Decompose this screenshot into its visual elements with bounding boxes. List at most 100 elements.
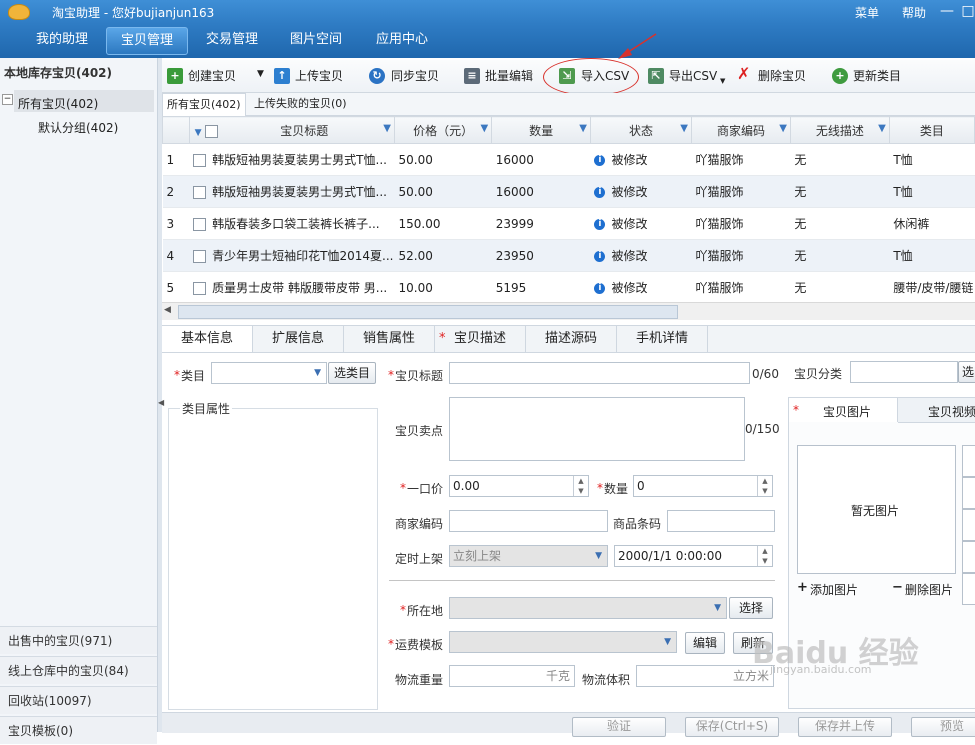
category-select[interactable]: ▼ bbox=[211, 362, 327, 384]
row-number-cell: 2 bbox=[162, 175, 190, 208]
edit-shipping-button[interactable]: 编辑 bbox=[685, 632, 725, 654]
thumbnail-slot[interactable] bbox=[962, 573, 975, 605]
thumbnail-slot[interactable] bbox=[962, 477, 975, 509]
scrollbar-thumb[interactable] bbox=[178, 305, 678, 319]
collapse-arrow-icon[interactable]: ◀ bbox=[158, 398, 164, 407]
weight-input[interactable]: 千克 bbox=[449, 665, 575, 687]
export-dropdown-icon[interactable]: ▼ bbox=[720, 77, 725, 85]
delete-item-button[interactable]: 删除宝贝 bbox=[758, 65, 806, 87]
sidebar-item-default-group[interactable]: 默认分组(402) bbox=[38, 119, 118, 136]
save-upload-button[interactable]: 保存并上传 bbox=[798, 717, 892, 737]
header-price[interactable]: 价格（元） ▼ bbox=[393, 116, 493, 144]
maximize-button[interactable]: □ bbox=[957, 2, 975, 22]
header-category[interactable]: 类目 bbox=[888, 116, 975, 144]
batch-edit-button[interactable]: 批量编辑 bbox=[485, 65, 533, 87]
nav-tab-app-center[interactable]: 应用中心 bbox=[362, 27, 442, 53]
tab-item-video[interactable]: 宝贝视频 bbox=[898, 398, 975, 423]
filter-icon[interactable]: ▼ bbox=[779, 123, 787, 134]
table-row[interactable]: 4 青少年男士短袖印花T恤2014夏... 52.00 23950 i 被修改 吖猫服饰 无 T… bbox=[162, 239, 975, 272]
create-dropdown-icon[interactable]: ▼ bbox=[257, 69, 264, 79]
header-title[interactable]: ▼ 宝贝标题 ▼ bbox=[188, 116, 396, 144]
validate-button[interactable]: 验证 bbox=[572, 717, 666, 737]
barcode-input[interactable] bbox=[667, 510, 775, 532]
datetime-stepper-icon[interactable]: ▲ ▼ bbox=[757, 546, 772, 566]
thumbnail-slot[interactable] bbox=[962, 541, 975, 573]
header-wireless[interactable]: 无线描述 ▼ bbox=[789, 116, 890, 144]
row-checkbox[interactable] bbox=[193, 154, 207, 167]
sidebar-item-on-sale[interactable]: 出售中的宝贝(971) bbox=[0, 626, 157, 654]
upload-item-button[interactable]: 上传宝贝 bbox=[295, 65, 343, 87]
title-input[interactable] bbox=[449, 362, 750, 384]
header-qty[interactable]: 数量 ▼ bbox=[491, 116, 591, 144]
save-button[interactable]: 保存(Ctrl+S) bbox=[685, 717, 779, 737]
minimize-button[interactable]: — bbox=[936, 2, 958, 22]
export-csv-button[interactable]: 导出CSV bbox=[669, 65, 717, 87]
sidebar-item-recycle[interactable]: 回收站(10097) bbox=[0, 686, 157, 714]
tab-item-description[interactable]: 宝贝描述 bbox=[435, 326, 526, 352]
price-input[interactable]: 0.00 ▲ ▼ bbox=[449, 475, 589, 497]
row-checkbox[interactable] bbox=[193, 282, 207, 295]
location-select[interactable]: ▼ bbox=[449, 597, 727, 619]
filter-icon[interactable]: ▼ bbox=[383, 123, 391, 134]
table-row[interactable]: 5 质量男士皮带 韩版腰带皮带 男... 10.00 5195 i 被修改 吖猫服饰 无 腰带/… bbox=[162, 271, 975, 302]
horizontal-scrollbar[interactable]: ◀ bbox=[162, 302, 975, 320]
table-row[interactable]: 3 韩版春装多口袋工装裤长裤子... 150.00 23999 i 被修改 吖猫服饰 无 休闲裤 bbox=[162, 207, 975, 240]
filter-icon[interactable]: ▼ bbox=[878, 123, 886, 134]
select-location-button[interactable]: 选择 bbox=[729, 597, 773, 619]
add-picture-button[interactable]: 添加图片 bbox=[810, 581, 858, 598]
item-group-input[interactable] bbox=[850, 361, 958, 383]
tab-all-items[interactable]: 所有宝贝(402) bbox=[162, 93, 246, 116]
header-dropdown-icon[interactable]: ▼ bbox=[195, 128, 202, 138]
sidebar-item-templates[interactable]: 宝贝模板(0) bbox=[0, 716, 157, 744]
tree-collapse-icon[interactable]: − bbox=[2, 94, 13, 105]
selling-point-input[interactable] bbox=[449, 397, 745, 461]
delete-picture-button[interactable]: 删除图片 bbox=[905, 581, 953, 598]
menu-button[interactable]: 菜单 bbox=[855, 4, 879, 21]
sidebar-item-warehouse[interactable]: 线上仓库中的宝贝(84) bbox=[0, 656, 157, 684]
tab-description-source[interactable]: 描述源码 bbox=[526, 326, 617, 352]
select-all-checkbox[interactable] bbox=[205, 124, 219, 138]
row-checkbox[interactable] bbox=[193, 186, 207, 199]
filter-icon[interactable]: ▼ bbox=[481, 123, 489, 134]
sync-item-button[interactable]: 同步宝贝 bbox=[391, 65, 439, 87]
create-item-button[interactable]: 创建宝贝 bbox=[188, 65, 236, 87]
tab-upload-failed[interactable]: 上传失败的宝贝(0) bbox=[250, 93, 351, 115]
preview-button[interactable]: 预览 bbox=[911, 717, 975, 737]
qty-stepper-icon[interactable]: ▲ ▼ bbox=[757, 476, 772, 496]
tab-sale-attrs[interactable]: 销售属性 bbox=[344, 326, 435, 352]
schedule-select[interactable]: 立刻上架 ▼ bbox=[449, 545, 608, 567]
datetime-input[interactable]: 2000/1/1 0:00:00 ▲ ▼ bbox=[614, 545, 773, 567]
header-status[interactable]: 状态 ▼ bbox=[589, 116, 692, 144]
select-category-button[interactable]: 选类目 bbox=[328, 362, 376, 384]
select-group-button[interactable]: 选 bbox=[958, 361, 975, 383]
price-stepper-icon[interactable]: ▲ ▼ bbox=[573, 476, 588, 496]
row-checkbox[interactable] bbox=[193, 218, 207, 231]
filter-icon[interactable]: ▼ bbox=[680, 123, 688, 134]
volume-label: 物流体积 bbox=[582, 673, 631, 687]
nav-tab-picture-space[interactable]: 图片空间 bbox=[276, 27, 356, 53]
header-row-number bbox=[162, 116, 190, 144]
tab-basic-info[interactable]: 基本信息 bbox=[162, 326, 253, 352]
picture-preview[interactable]: 暂无图片 bbox=[797, 445, 956, 574]
thumbnail-slot[interactable] bbox=[962, 509, 975, 541]
merchant-code-input[interactable] bbox=[449, 510, 608, 532]
tab-extended-info[interactable]: 扩展信息 bbox=[253, 326, 344, 352]
filter-icon[interactable]: ▼ bbox=[579, 123, 587, 134]
update-category-button[interactable]: 更新类目 bbox=[853, 65, 901, 87]
table-row[interactable]: 2 韩版短袖男装夏装男士男式T恤... 50.00 16000 i 被修改 吖猫服饰 无 T恤 bbox=[162, 175, 975, 208]
help-button[interactable]: 帮助 bbox=[902, 4, 926, 21]
tab-item-pictures[interactable]: * 宝贝图片 bbox=[789, 398, 898, 422]
shipping-template-select[interactable]: ▼ bbox=[449, 631, 677, 653]
nav-tab-trade[interactable]: 交易管理 bbox=[192, 27, 272, 53]
header-merchant-code[interactable]: 商家编码 ▼ bbox=[690, 116, 791, 144]
nav-tab-item-management[interactable]: 宝贝管理 bbox=[106, 27, 188, 55]
thumbnail-slot[interactable] bbox=[962, 445, 975, 477]
table-row[interactable]: 1 韩版短袖男装夏装男士男式T恤... 50.00 16000 i 被修改 吖猫服饰 无 T恤 bbox=[162, 143, 975, 176]
row-checkbox[interactable] bbox=[193, 250, 207, 263]
scroll-left-icon[interactable]: ◀ bbox=[164, 305, 171, 315]
qty-value: 0 bbox=[637, 479, 645, 493]
item-title: 韩版春装多口袋工装裤长裤子... bbox=[212, 217, 380, 231]
qty-input[interactable]: 0 ▲ ▼ bbox=[633, 475, 773, 497]
nav-tab-assistant[interactable]: 我的助理 bbox=[22, 27, 102, 53]
tab-mobile-details[interactable]: 手机详情 bbox=[617, 326, 708, 352]
